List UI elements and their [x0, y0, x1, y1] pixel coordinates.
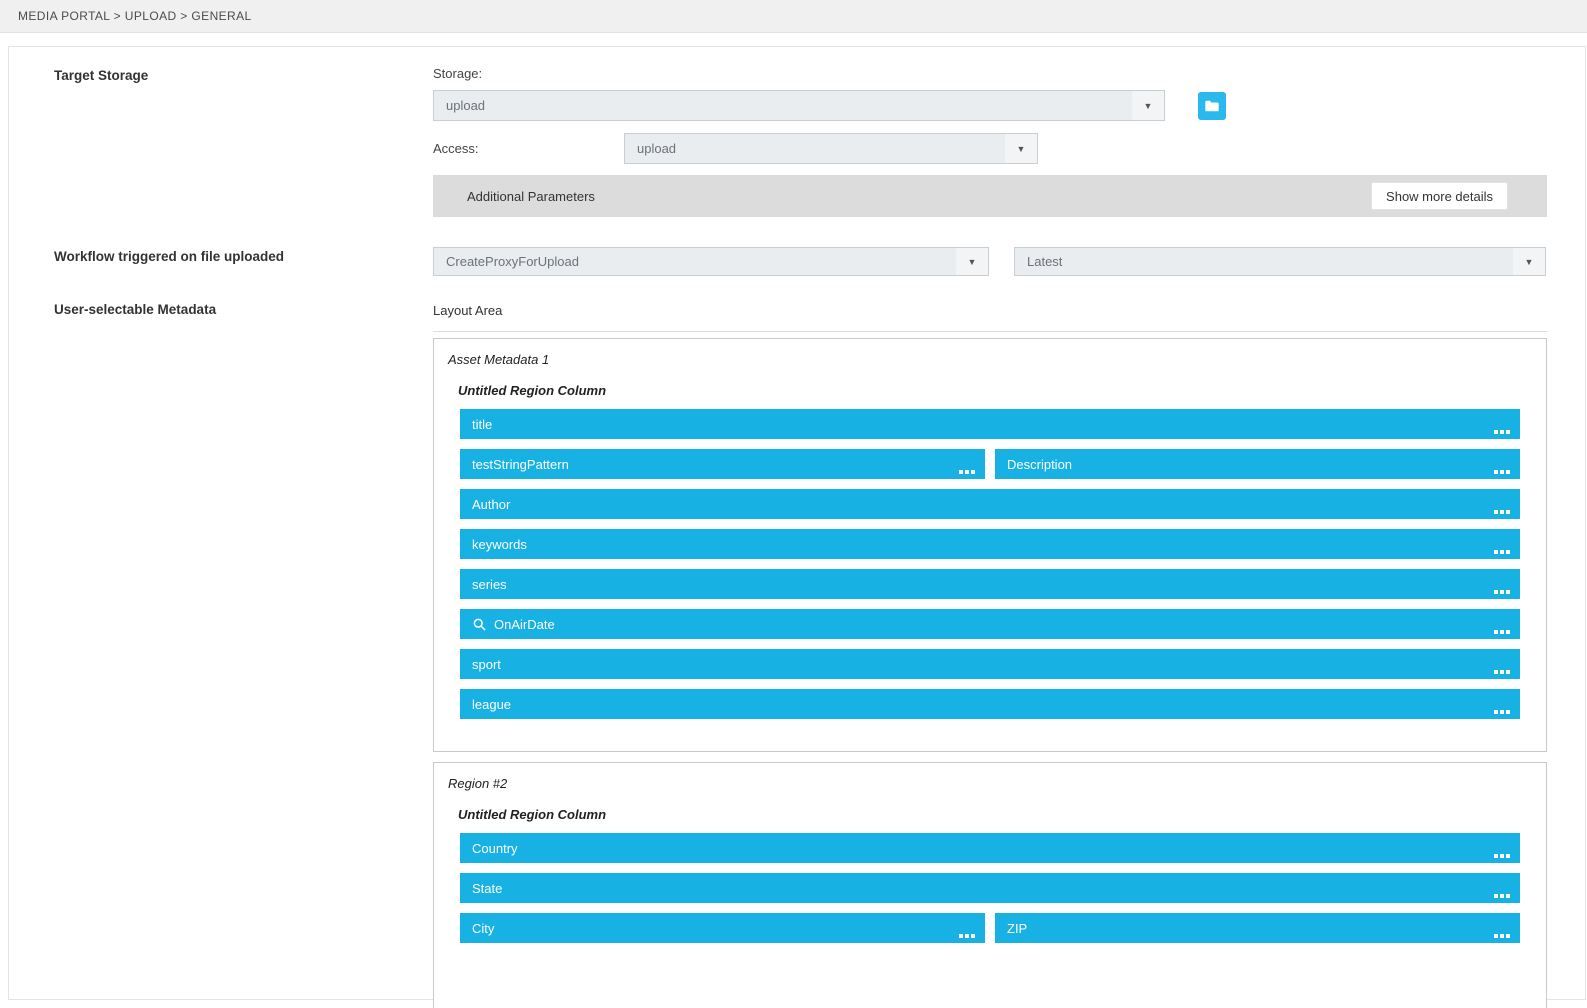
chevron-down-icon[interactable]: ▼	[1513, 248, 1545, 275]
metadata-field[interactable]: Country	[460, 833, 1520, 863]
access-caption: Access:	[433, 141, 624, 156]
ellipsis-icon[interactable]	[1494, 590, 1510, 594]
ellipsis-icon[interactable]	[1494, 710, 1510, 714]
metadata-field-label: Description	[1007, 457, 1072, 472]
workflow-row: Workflow triggered on file uploaded Crea…	[9, 247, 1547, 276]
ellipsis-icon[interactable]	[1494, 510, 1510, 514]
layout-area-title: Layout Area	[433, 300, 1547, 318]
metadata-field-label: ZIP	[1007, 921, 1027, 936]
ellipsis-icon[interactable]	[1494, 934, 1510, 938]
layout-region: Asset Metadata 1 Untitled Region Column …	[433, 338, 1547, 752]
metadata-field-label: league	[472, 697, 511, 712]
ellipsis-icon[interactable]	[1494, 550, 1510, 554]
metadata-field-row: title	[460, 409, 1520, 439]
region-title: Asset Metadata 1	[448, 352, 1520, 367]
metadata-field-row: testStringPattern Description	[460, 449, 1520, 479]
metadata-field[interactable]: testStringPattern	[460, 449, 985, 479]
workflow-version-value: Latest	[1015, 254, 1513, 269]
region-rows: title testStringPattern Description Auth…	[460, 409, 1520, 719]
storage-dropdown[interactable]: upload ▼	[433, 90, 1165, 121]
layout-regions: Asset Metadata 1 Untitled Region Column …	[433, 338, 1547, 1008]
region-column-title: Untitled Region Column	[458, 807, 1520, 822]
metadata-field-label: Author	[472, 497, 510, 512]
browse-storage-button[interactable]	[1198, 92, 1226, 120]
metadata-field-row: City ZIP	[460, 913, 1520, 943]
metadata-field-label: series	[472, 577, 507, 592]
access-dropdown-value: upload	[625, 141, 1005, 156]
workflow-label: Workflow triggered on file uploaded	[54, 249, 284, 264]
metadata-field-label: City	[472, 921, 494, 936]
storage-dropdown-value: upload	[434, 98, 1132, 113]
region-rows: Country State City ZIP	[460, 833, 1520, 943]
metadata-field-row: State	[460, 873, 1520, 903]
metadata-field[interactable]: ZIP	[995, 913, 1520, 943]
storage-caption: Storage:	[433, 66, 1547, 81]
metadata-field[interactable]: City	[460, 913, 985, 943]
metadata-field-label: testStringPattern	[472, 457, 569, 472]
workflow-version-dropdown[interactable]: Latest ▼	[1014, 247, 1546, 276]
show-more-details-button[interactable]: Show more details	[1371, 182, 1508, 210]
metadata-field-row: OnAirDate	[460, 609, 1520, 639]
ellipsis-icon[interactable]	[959, 470, 975, 474]
layout-area: Layout Area Asset Metadata 1 Untitled Re…	[433, 300, 1547, 1008]
breadcrumb-bar: MEDIA PORTAL > UPLOAD > GENERAL	[0, 0, 1587, 33]
metadata-field-row: league	[460, 689, 1520, 719]
additional-parameters-label: Additional Parameters	[467, 189, 1371, 204]
metadata-field[interactable]: series	[460, 569, 1520, 599]
user-metadata-label: User-selectable Metadata	[54, 302, 216, 317]
ellipsis-icon[interactable]	[1494, 670, 1510, 674]
region-column-title: Untitled Region Column	[458, 383, 1520, 398]
ellipsis-icon[interactable]	[1494, 630, 1510, 634]
metadata-field[interactable]: keywords	[460, 529, 1520, 559]
ellipsis-icon[interactable]	[1494, 854, 1510, 858]
ellipsis-icon[interactable]	[959, 934, 975, 938]
metadata-field-row: sport	[460, 649, 1520, 679]
user-metadata-row: User-selectable Metadata Layout Area Ass…	[9, 300, 1547, 1008]
workflow-dropdown-value: CreateProxyForUpload	[434, 254, 956, 269]
search-icon	[472, 617, 487, 632]
target-storage-row: Target Storage Storage: upload ▼ Access:…	[9, 66, 1547, 217]
metadata-field[interactable]: Description	[995, 449, 1520, 479]
breadcrumb[interactable]: MEDIA PORTAL > UPLOAD > GENERAL	[18, 9, 252, 23]
metadata-field-label: keywords	[472, 537, 527, 552]
chevron-down-icon[interactable]: ▼	[1005, 134, 1037, 163]
divider	[433, 331, 1547, 332]
metadata-field-row: keywords	[460, 529, 1520, 559]
folder-icon	[1205, 100, 1219, 112]
metadata-field[interactable]: State	[460, 873, 1520, 903]
upload-settings-panel: Target Storage Storage: upload ▼ Access:…	[8, 46, 1586, 1000]
metadata-field-label: Country	[472, 841, 518, 856]
ellipsis-icon[interactable]	[1494, 894, 1510, 898]
metadata-field[interactable]: title	[460, 409, 1520, 439]
access-dropdown[interactable]: upload ▼	[624, 133, 1038, 164]
chevron-down-icon[interactable]: ▼	[956, 248, 988, 275]
chevron-down-icon[interactable]: ▼	[1132, 91, 1164, 120]
ellipsis-icon[interactable]	[1494, 470, 1510, 474]
metadata-field-label: State	[472, 881, 502, 896]
target-storage-label: Target Storage	[54, 68, 148, 83]
metadata-field[interactable]: Author	[460, 489, 1520, 519]
additional-parameters-bar: Additional Parameters Show more details	[433, 175, 1547, 217]
metadata-field-label: sport	[472, 657, 501, 672]
metadata-field-row: Country	[460, 833, 1520, 863]
metadata-field-row: series	[460, 569, 1520, 599]
metadata-field-row: Author	[460, 489, 1520, 519]
layout-region: Region #2 Untitled Region Column Country…	[433, 762, 1547, 1008]
ellipsis-icon[interactable]	[1494, 430, 1510, 434]
metadata-field[interactable]: OnAirDate	[460, 609, 1520, 639]
metadata-field-label: OnAirDate	[494, 617, 555, 632]
workflow-dropdown[interactable]: CreateProxyForUpload ▼	[433, 247, 989, 276]
region-title: Region #2	[448, 776, 1520, 791]
metadata-field[interactable]: sport	[460, 649, 1520, 679]
metadata-field-label: title	[472, 417, 492, 432]
target-storage-content: Storage: upload ▼ Access: upload ▼	[433, 66, 1547, 217]
metadata-field[interactable]: league	[460, 689, 1520, 719]
